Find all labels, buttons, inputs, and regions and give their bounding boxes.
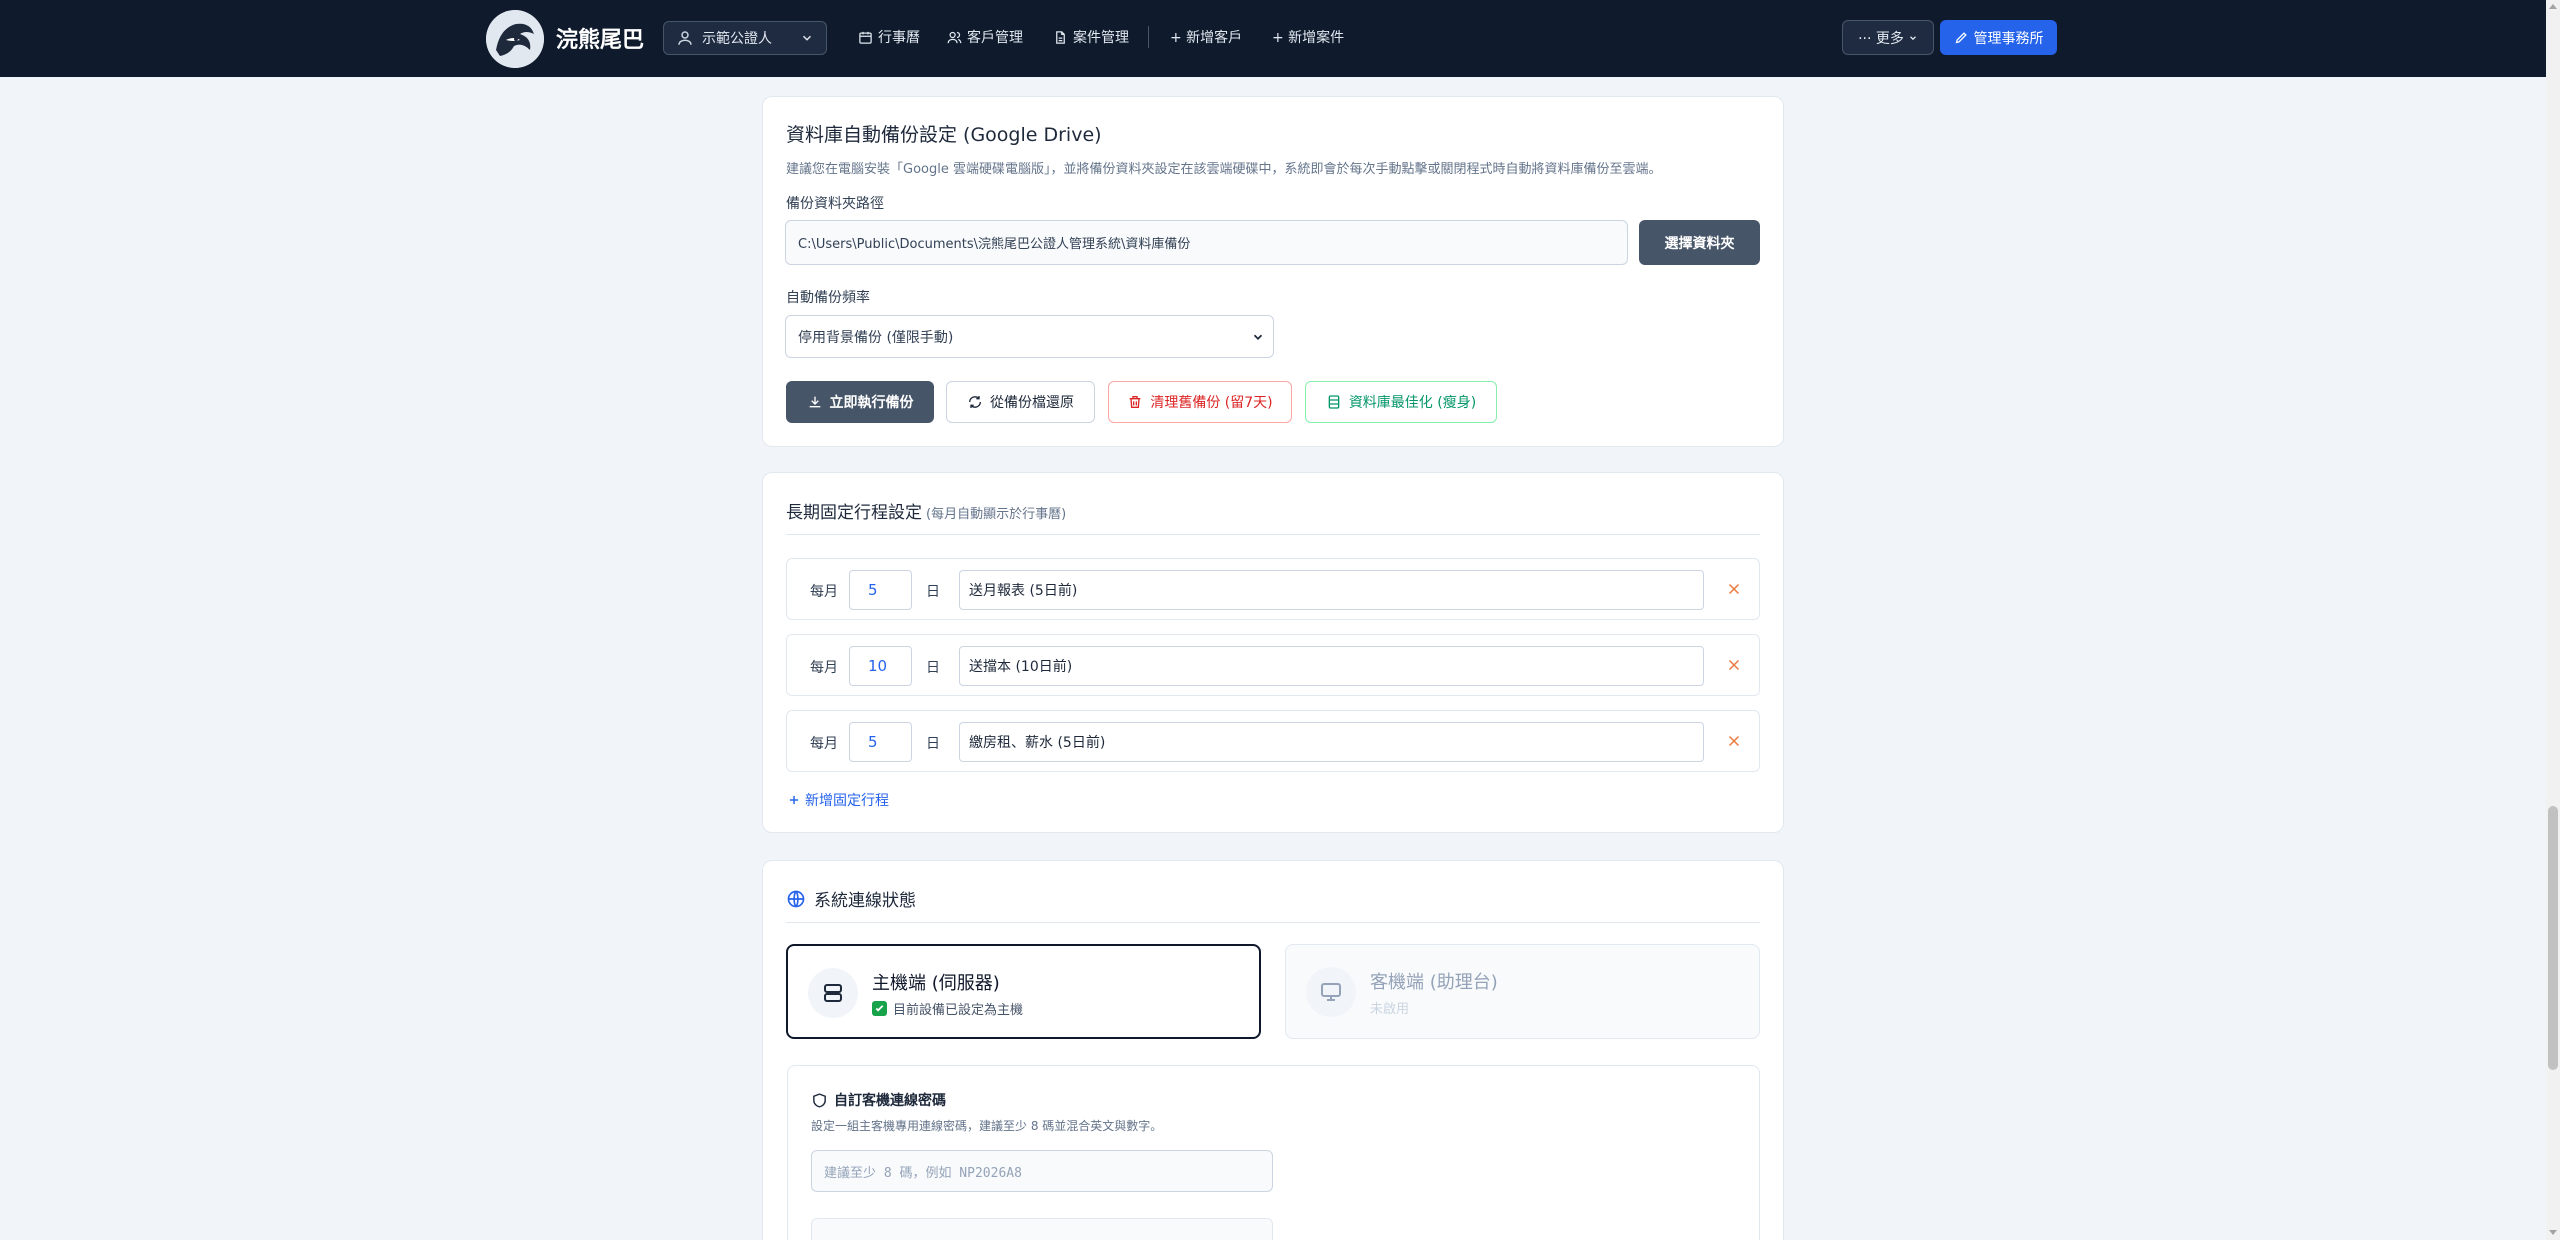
top-navbar: 浣熊尾巴 示範公證人 行事曆 客戶管理 案件管理 + 新增客戶 + 新增案件 ·… (0, 0, 2546, 77)
client-password-input[interactable]: 建議至少 8 碼，例如 NP2026A8 (811, 1150, 1273, 1192)
recurring-row: 每月 5 日 送月報表 (5日前) (786, 558, 1760, 620)
row-suffix: 日 (926, 584, 940, 600)
monitor-icon-wrap (1306, 967, 1356, 1017)
client-mode-option[interactable]: 客機端 (助理台) 未啟用 (1285, 944, 1760, 1039)
nav-clients-label: 客戶管理 (967, 30, 1023, 46)
backup-folder-input[interactable]: C:\Users\Public\Documents\浣熊尾巴公證人管理系統\資料… (785, 220, 1628, 265)
role-select[interactable]: 示範公證人 (663, 21, 827, 55)
optimize-database-label: 資料庫最佳化 (瘦身) (1348, 395, 1477, 411)
scroll-up-arrow-icon[interactable] (2549, 4, 2557, 9)
host-mode-status-text: 目前設備已設定為主機 (893, 1003, 1024, 1018)
recurring-subtitle: (每月自動顯示於行事曆) (926, 507, 1067, 522)
password-description: 設定一組主客機專用連線密碼，建議至少 8 碼並混合英文與數字。 (811, 1119, 1163, 1133)
restore-button[interactable]: 從備份檔還原 (946, 381, 1095, 423)
close-icon[interactable] (1725, 580, 1743, 598)
role-select-value: 示範公證人 (702, 31, 772, 47)
close-icon[interactable] (1725, 656, 1743, 674)
add-recurring-link[interactable]: 新增固定行程 (787, 790, 889, 810)
recurring-row: 每月 5 日 繳房租、薪水 (5日前) (786, 710, 1760, 772)
restore-label: 從備份檔還原 (990, 395, 1074, 411)
optimize-database-button[interactable]: 資料庫最佳化 (瘦身) (1305, 381, 1497, 423)
recurring-title: 長期固定行程設定 (786, 503, 922, 523)
scrollbar-thumb[interactable] (2548, 806, 2558, 1070)
divider (786, 922, 1760, 923)
day-input[interactable]: 5 (849, 570, 912, 610)
password-title: 自訂客機連線密碼 (834, 1093, 946, 1109)
add-recurring-label: 新增固定行程 (805, 793, 889, 809)
client-mode-title: 客機端 (助理台) (1370, 972, 1498, 993)
client-mode-status: 未啟用 (1370, 1002, 1410, 1017)
users-icon (947, 31, 962, 43)
backup-frequency-label: 自動備份頻率 (786, 290, 870, 306)
nav-add-client[interactable]: + 新增客戶 (1170, 27, 1242, 47)
backup-description: 建議您在電腦安裝「Google 雲端硬碟電腦版」，並將備份資料夾設定在該雲端硬碟… (786, 162, 1662, 177)
password-header: 自訂客機連線密碼 (811, 1090, 946, 1110)
nav-calendar-label: 行事曆 (878, 30, 920, 46)
manage-office-label: 管理事務所 (1973, 30, 2044, 47)
backup-now-button[interactable]: 立即執行備份 (786, 381, 934, 423)
schedule-title-input[interactable]: 送月報表 (5日前) (959, 570, 1704, 610)
nav-calendar[interactable]: 行事曆 (858, 27, 920, 47)
globe-icon (787, 890, 805, 907)
database-icon (1328, 395, 1340, 409)
backup-title: 資料庫自動備份設定 (Google Drive) (786, 124, 1102, 146)
schedule-title-input[interactable]: 送擋本 (10日前) (959, 646, 1704, 686)
brand-name: 浣熊尾巴 (556, 28, 645, 53)
clean-old-backups-button[interactable]: 清理舊備份 (留7天) (1108, 381, 1292, 423)
backup-now-label: 立即執行備份 (829, 395, 914, 411)
day-input[interactable]: 5 (849, 722, 912, 762)
row-prefix: 每月 (810, 584, 838, 600)
chevron-down-icon (1909, 35, 1916, 40)
backup-frequency-select[interactable]: 停用背景備份 (僅限手動) (785, 315, 1274, 358)
pencil-icon (1955, 32, 1967, 44)
more-menu-button[interactable]: ··· 更多 (1842, 20, 1934, 55)
backup-folder-label: 備份資料夾路徑 (786, 196, 884, 212)
row-suffix: 日 (926, 736, 940, 752)
shield-icon (813, 1092, 826, 1108)
partial-field (811, 1218, 1273, 1240)
row-prefix: 每月 (810, 736, 838, 752)
host-mode-option[interactable]: 主機端 (伺服器) 目前設備已設定為主機 (786, 944, 1261, 1039)
row-suffix: 日 (926, 660, 940, 676)
user-icon (678, 31, 692, 45)
refresh-icon (969, 396, 981, 408)
server-icon-wrap (808, 968, 858, 1018)
nav-cases-label: 案件管理 (1073, 30, 1129, 46)
backup-frequency-value: 停用背景備份 (僅限手動) (798, 329, 954, 346)
chevron-down-icon (802, 35, 812, 41)
day-input[interactable]: 10 (849, 646, 912, 686)
raccoon-logo[interactable] (486, 10, 544, 68)
chevron-down-icon (1253, 334, 1263, 340)
trash-icon (1130, 396, 1141, 408)
connection-header: 系統連線狀態 (786, 886, 916, 911)
monitor-icon (1321, 983, 1341, 1001)
host-mode-status: 目前設備已設定為主機 (872, 999, 1023, 1018)
nav-clients[interactable]: 客戶管理 (947, 27, 1023, 47)
more-label: ··· 更多 (1858, 30, 1904, 47)
clean-old-backups-label: 清理舊備份 (留7天) (1150, 395, 1273, 411)
choose-folder-button[interactable]: 選擇資料夾 (1639, 220, 1760, 265)
connection-title: 系統連線狀態 (814, 891, 916, 911)
file-icon (1056, 30, 1065, 44)
recurring-row: 每月 10 日 送擋本 (10日前) (786, 634, 1760, 696)
row-prefix: 每月 (810, 660, 838, 676)
schedule-title-input[interactable]: 繳房租、薪水 (5日前) (959, 722, 1704, 762)
scroll-down-arrow-icon[interactable] (2549, 1230, 2557, 1235)
nav-cases[interactable]: 案件管理 (1053, 27, 1129, 47)
manage-office-button[interactable]: 管理事務所 (1940, 20, 2057, 55)
recurring-header: 長期固定行程設定 (每月自動顯示於行事曆) (786, 498, 1066, 523)
nav-divider (1148, 26, 1149, 48)
host-mode-title: 主機端 (伺服器) (872, 973, 1000, 994)
plus-icon (789, 795, 799, 805)
close-icon[interactable] (1725, 732, 1743, 750)
divider (786, 534, 1760, 535)
download-icon (809, 396, 820, 408)
server-icon (824, 984, 842, 1002)
nav-add-case[interactable]: + 新增案件 (1272, 27, 1344, 47)
calendar-icon (859, 31, 872, 44)
checkbox-checked-icon (872, 1001, 887, 1016)
